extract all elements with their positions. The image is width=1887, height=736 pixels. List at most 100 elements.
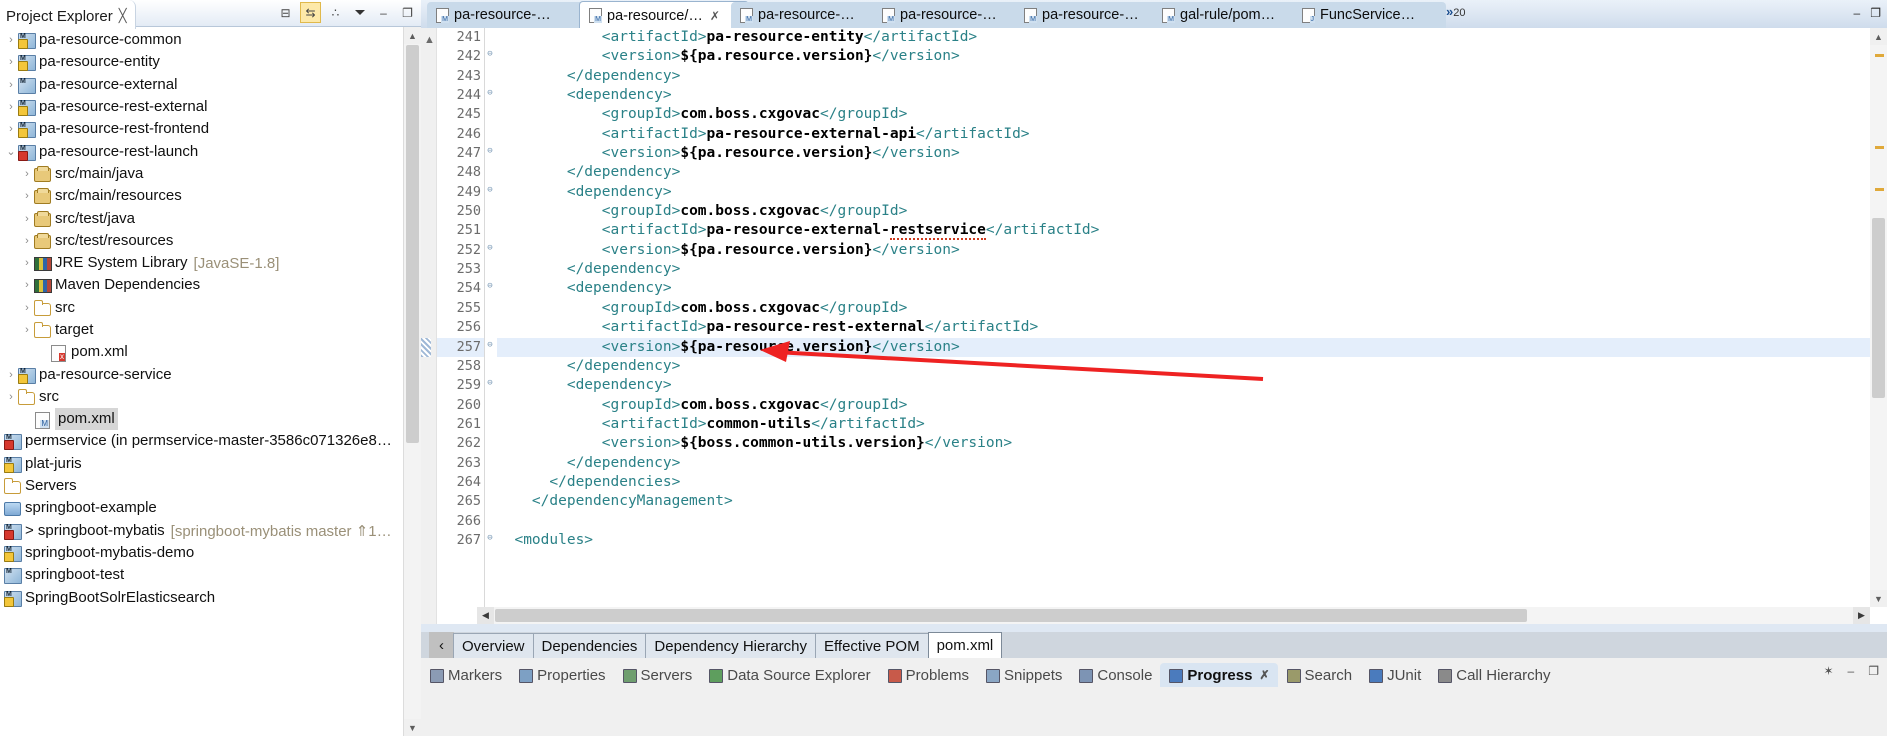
expand-arrow-icon[interactable]: ⌄ (4, 145, 18, 158)
editor-tab[interactable]: Mpa-resource/… ✗ (579, 1, 749, 29)
close-icon[interactable]: ╳ (119, 8, 127, 24)
source-code[interactable]: <artifactId>pa-resource-entity</artifact… (497, 28, 1870, 607)
tree-item[interactable]: ⌄ pa-resource-rest-launch (0, 140, 404, 162)
project-tree[interactable]: › pa-resource-common › pa-resource-entity › p… (0, 27, 404, 736)
tree-item[interactable]: plat-juris (0, 453, 404, 475)
form-tab[interactable]: Dependency Hierarchy (645, 633, 816, 658)
code-line[interactable]: <dependency> (497, 376, 1870, 395)
tree-item[interactable]: › src/main/resources (0, 185, 404, 207)
expand-arrow-icon[interactable]: › (4, 123, 18, 135)
close-icon[interactable]: ✗ (710, 9, 720, 23)
tree-item[interactable]: springboot-mybatis-demo (0, 542, 404, 564)
view-tab[interactable]: Console (1070, 663, 1160, 687)
maximize-view-icon[interactable]: ❐ (1868, 664, 1879, 678)
chevron-down-icon[interactable] (350, 3, 369, 22)
minimize-icon[interactable]: – (374, 3, 393, 22)
code-line[interactable]: <version>${pa.resource.version}</version… (497, 144, 1870, 163)
code-line[interactable]: <dependency> (497, 279, 1870, 298)
expand-arrow-icon[interactable]: › (20, 168, 34, 180)
tree-item[interactable]: Servers (0, 475, 404, 497)
tree-item[interactable]: › pa-resource-rest-external (0, 96, 404, 118)
code-line[interactable]: </dependencyManagement> (497, 492, 1870, 511)
code-line[interactable]: <dependency> (497, 86, 1870, 105)
tree-item[interactable]: › src/test/java (0, 207, 404, 229)
code-line[interactable]: <groupId>com.boss.cxgovac</groupId> (497, 105, 1870, 124)
view-tab[interactable]: Problems (879, 663, 977, 687)
expand-arrow-icon[interactable]: › (20, 279, 34, 291)
editor-tab[interactable]: Mpa-resource-… (1015, 2, 1173, 28)
tree-item[interactable]: › src (0, 386, 404, 408)
expand-arrow-icon[interactable]: › (4, 79, 18, 91)
tree-item[interactable]: pom.xml (0, 408, 404, 431)
tree-item[interactable]: pom.xml (0, 341, 404, 363)
view-tab[interactable]: Properties (510, 663, 613, 687)
code-line[interactable]: <dependency> (497, 183, 1870, 202)
close-icon[interactable]: ✗ (1259, 668, 1269, 682)
code-line[interactable]: </dependency> (497, 163, 1870, 182)
editor-marker-gutter[interactable]: ▲ (421, 28, 437, 624)
editor-tab[interactable]: Mpa-resource-… (873, 2, 1031, 28)
scroll-right-icon[interactable]: ▶ (1853, 607, 1870, 624)
fold-icon[interactable]: ⊖ (485, 533, 495, 544)
scroll-up-icon[interactable]: ▲ (404, 27, 421, 44)
tree-item[interactable]: › target (0, 319, 404, 341)
fold-icon[interactable]: ⊖ (485, 379, 495, 389)
scrollbar-thumb[interactable] (1872, 218, 1885, 398)
form-tab[interactable]: Effective POM (815, 633, 929, 658)
scroll-up-icon[interactable]: ▲ (1870, 28, 1887, 45)
fold-icon[interactable]: ⊖ (485, 243, 495, 254)
code-line[interactable]: <version>${pa.resource.version}</version… (497, 47, 1870, 66)
tree-item[interactable]: › pa-resource-rest-frontend (0, 118, 404, 140)
code-line[interactable]: <artifactId>pa-resource-entity</artifact… (497, 28, 1870, 47)
editor-tab[interactable]: Mpa-resource-… (731, 2, 889, 28)
tree-item[interactable]: springboot-example (0, 497, 404, 519)
code-line[interactable]: <artifactId>pa-resource-external-api</ar… (497, 125, 1870, 144)
code-line[interactable]: <version>${boss.common-utils.version}</v… (497, 434, 1870, 453)
code-line[interactable]: </dependency> (497, 67, 1870, 86)
overview-marker[interactable] (1875, 146, 1884, 149)
code-line[interactable]: </dependency> (497, 260, 1870, 279)
code-line[interactable]: <modules> (497, 531, 1870, 550)
expand-arrow-icon[interactable]: › (20, 190, 34, 202)
expand-arrow-icon[interactable]: › (20, 302, 34, 314)
code-line[interactable]: <groupId>com.boss.cxgovac</groupId> (497, 299, 1870, 318)
fold-icon[interactable]: ⊖ (485, 282, 495, 292)
tree-item[interactable]: springboot-test (0, 564, 404, 586)
expand-arrow-icon[interactable]: › (20, 213, 34, 225)
tree-item[interactable]: › pa-resource-entity (0, 51, 404, 73)
expand-arrow-icon[interactable]: › (4, 56, 18, 68)
tree-item[interactable]: › pa-resource-common (0, 29, 404, 51)
expand-arrow-icon[interactable]: › (4, 369, 18, 381)
form-tab[interactable]: pom.xml (927, 632, 1003, 658)
project-explorer-tab[interactable]: Project Explorer ╳ (0, 0, 136, 29)
editor-vertical-scrollbar[interactable]: ▲ ▼ (1870, 28, 1887, 607)
form-tabs-scroll-left-button[interactable]: ‹ (429, 632, 454, 658)
project-explorer-scrollbar[interactable]: ▲ ▼ (403, 27, 421, 736)
view-tab[interactable]: Data Source Explorer (700, 663, 878, 687)
view-tab[interactable]: Search (1278, 663, 1361, 687)
maximize-icon[interactable]: ❐ (398, 3, 417, 22)
fold-icon[interactable]: ⊖ (485, 185, 495, 196)
editor-horizontal-scrollbar[interactable]: ◀ ▶ (477, 607, 1870, 624)
overview-marker[interactable] (1875, 54, 1884, 57)
view-tab[interactable]: JUnit (1360, 663, 1429, 687)
view-tab[interactable]: Snippets (977, 663, 1070, 687)
more-tabs-button[interactable]: »20 (1446, 4, 1465, 19)
code-line[interactable]: </dependency> (497, 454, 1870, 473)
editor-tab[interactable]: Mgal-rule/pom… (1153, 2, 1307, 28)
scrollbar-thumb[interactable] (495, 609, 1527, 622)
expand-arrow-icon[interactable]: › (4, 391, 18, 403)
scrollbar-thumb[interactable] (406, 45, 419, 443)
scroll-left-icon[interactable]: ◀ (477, 607, 494, 624)
overview-marker[interactable] (1875, 188, 1884, 191)
view-tab[interactable]: Servers (614, 663, 701, 687)
minimize-editor-icon[interactable]: – (1854, 6, 1861, 20)
editor-tab[interactable]: Mpa-resource-… (427, 2, 593, 28)
fold-icon[interactable]: ⊖ (485, 147, 495, 157)
view-menu-icon[interactable]: ∴ (326, 3, 345, 22)
expand-arrow-icon[interactable]: › (20, 235, 34, 247)
expand-arrow-icon[interactable]: › (20, 257, 34, 269)
view-tab[interactable]: Progress ✗ (1160, 663, 1278, 687)
code-line[interactable]: <version>${pa.resource.version}</version… (497, 241, 1870, 260)
code-line[interactable] (497, 512, 1870, 531)
